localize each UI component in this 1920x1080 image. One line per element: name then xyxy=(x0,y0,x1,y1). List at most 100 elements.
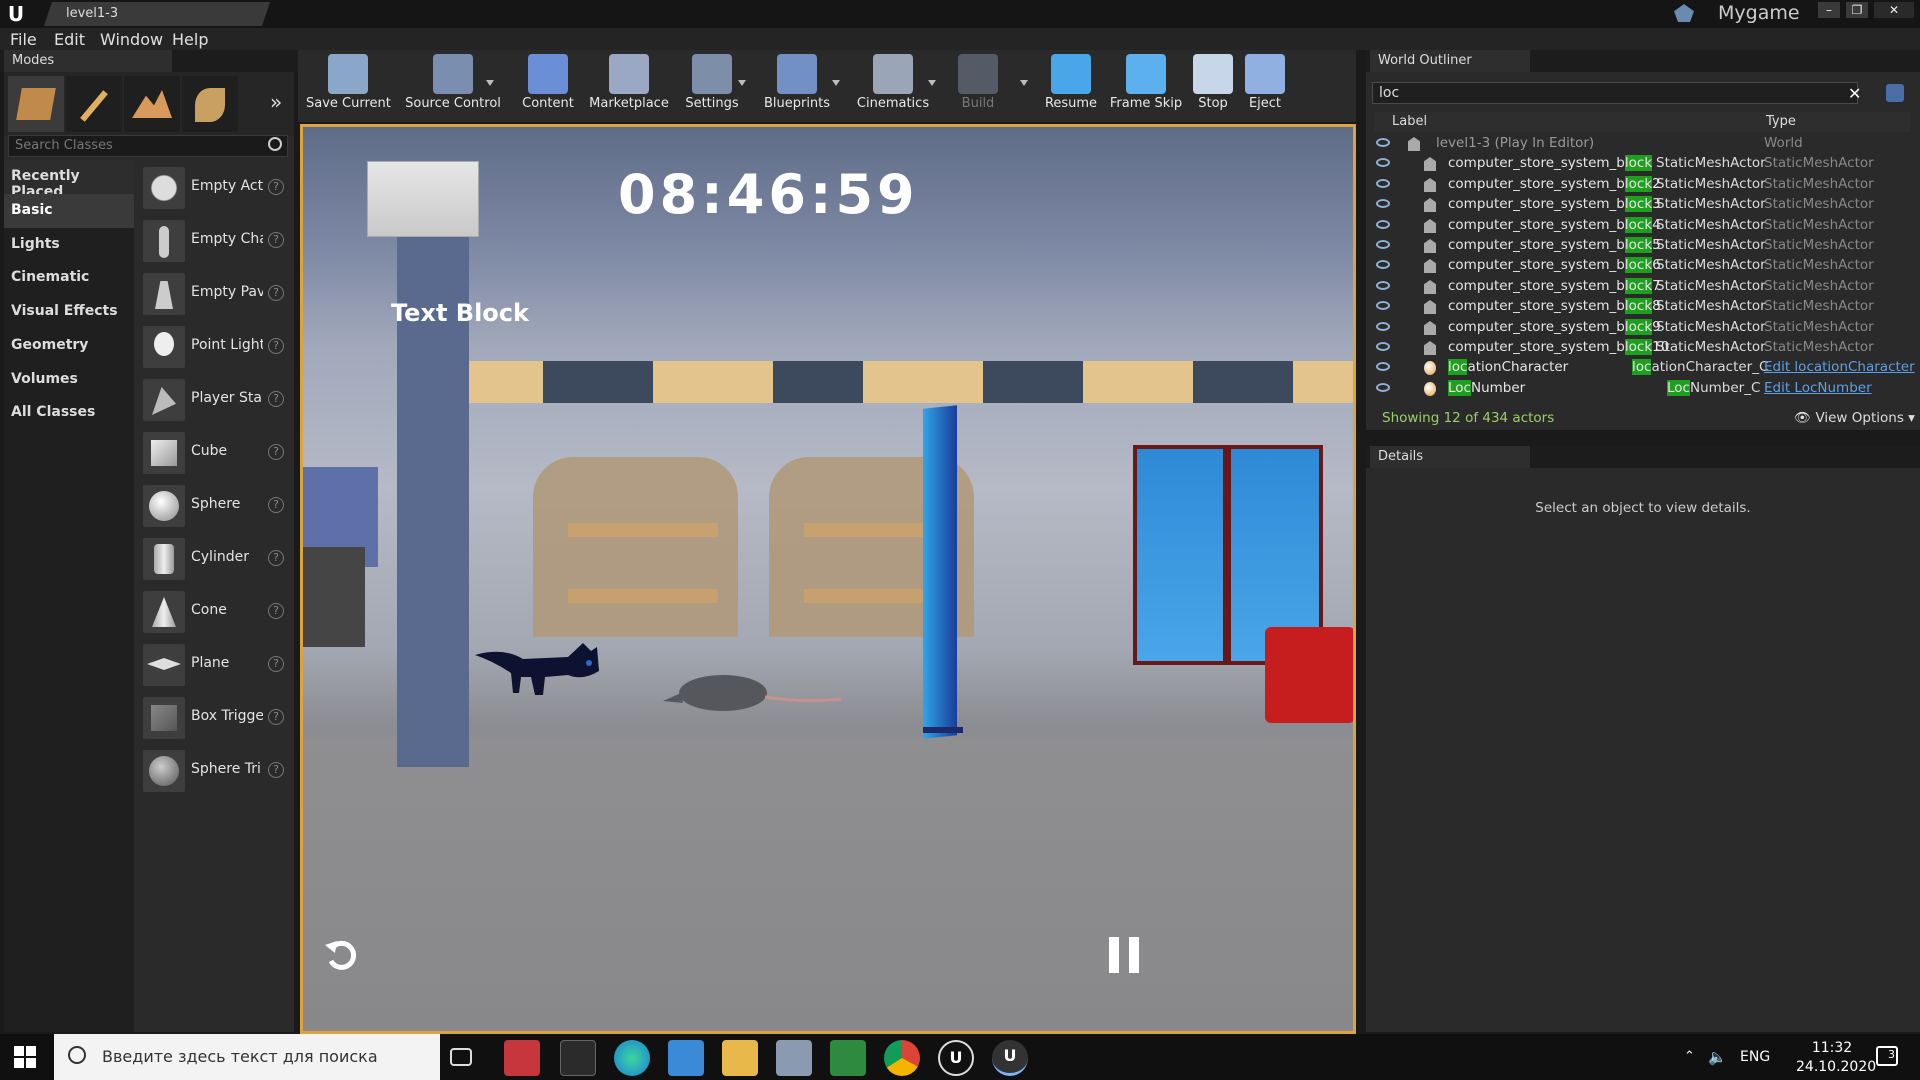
app-icon[interactable] xyxy=(504,1040,540,1076)
visibility-eye-icon[interactable] xyxy=(1376,342,1390,351)
restart-icon[interactable] xyxy=(323,937,359,973)
paint-mode-icon[interactable] xyxy=(66,76,122,132)
outliner-actor-row[interactable]: computer_store_system_block2 StaticMeshAc… xyxy=(1374,175,1910,195)
class-item-sphere[interactable]: Sphere? xyxy=(140,481,290,533)
game-viewport[interactable]: 08:46:59 Text Block xyxy=(300,124,1356,1034)
volume-icon[interactable]: 🔈 xyxy=(1708,1048,1727,1066)
visibility-eye-icon[interactable] xyxy=(1376,220,1390,229)
toolbar-blueprints-button[interactable]: Blueprints xyxy=(760,54,834,118)
class-item-empty-actor[interactable]: Empty Acti? xyxy=(140,163,290,215)
notification-center-icon[interactable]: 3 xyxy=(1876,1046,1898,1066)
visibility-eye-icon[interactable] xyxy=(1376,301,1390,310)
class-item-empty-character[interactable]: Empty Cha? xyxy=(140,216,290,268)
category-basic[interactable]: Basic xyxy=(4,194,134,228)
outliner-actor-row[interactable]: computer_store_system_block5 StaticMeshAc… xyxy=(1374,236,1910,256)
language-indicator[interactable]: ENG xyxy=(1740,1049,1770,1065)
minimize-button[interactable]: – xyxy=(1818,2,1840,18)
store-icon[interactable] xyxy=(668,1040,704,1076)
outliner-actor-row[interactable]: computer_store_system_block StaticMeshAct… xyxy=(1374,154,1910,174)
help-icon[interactable]: ? xyxy=(268,709,284,725)
close-button[interactable]: ✕ xyxy=(1874,2,1914,18)
help-icon[interactable]: ? xyxy=(268,285,284,301)
add-filter-icon[interactable] xyxy=(1886,84,1904,102)
outliner-actor-row[interactable]: computer_store_system_block3 StaticMeshAc… xyxy=(1374,195,1910,215)
task-view-icon[interactable] xyxy=(450,1048,472,1066)
visibility-eye-icon[interactable] xyxy=(1376,240,1390,249)
outliner-actor-row[interactable]: computer_store_system_block9 StaticMeshAc… xyxy=(1374,318,1910,338)
toolbar-stop-button[interactable]: Stop xyxy=(1192,54,1234,118)
modes-tab[interactable]: Modes xyxy=(4,50,172,72)
outliner-actor-row[interactable]: computer_store_system_block4 StaticMeshAc… xyxy=(1374,216,1910,236)
menu-window[interactable]: Window xyxy=(100,30,163,49)
toolbar-cinematics-button[interactable]: Cinematics xyxy=(852,54,934,118)
app-icon[interactable] xyxy=(776,1040,812,1076)
class-item-sphere-trigger[interactable]: Sphere Tri? xyxy=(140,746,290,798)
toolbar-save-current-button[interactable]: Save Current xyxy=(306,54,391,118)
file-explorer-icon[interactable] xyxy=(722,1040,758,1076)
menu-file[interactable]: File xyxy=(10,30,37,49)
pause-icon[interactable] xyxy=(1109,937,1139,973)
outliner-actor-row[interactable]: computer_store_system_block6 StaticMeshAc… xyxy=(1374,256,1910,276)
more-modes-icon[interactable]: » xyxy=(270,90,282,114)
menu-edit[interactable]: Edit xyxy=(54,30,85,49)
maximize-button[interactable]: ❐ xyxy=(1846,2,1868,18)
visibility-eye-icon[interactable] xyxy=(1376,158,1390,167)
clear-search-icon[interactable]: ✕ xyxy=(1848,84,1861,103)
place-mode-icon[interactable] xyxy=(8,76,64,132)
foliage-mode-icon[interactable] xyxy=(182,76,238,132)
toolbar-build-button[interactable]: Build xyxy=(958,54,998,118)
help-icon[interactable]: ? xyxy=(268,497,284,513)
visibility-eye-icon[interactable] xyxy=(1376,199,1390,208)
class-item-cylinder[interactable]: Cylinder? xyxy=(140,534,290,586)
outliner-actor-row[interactable]: computer_store_system_block8 StaticMeshAc… xyxy=(1374,297,1910,317)
help-icon[interactable]: ? xyxy=(268,232,284,248)
outliner-actor-row[interactable]: computer_store_system_block7 StaticMeshAc… xyxy=(1374,277,1910,297)
toolbar-marketplace-button[interactable]: Marketplace xyxy=(586,54,672,118)
help-icon[interactable]: ? xyxy=(268,550,284,566)
toolbar-frame-skip-button[interactable]: Frame Skip xyxy=(1108,54,1184,118)
windows-start-icon[interactable] xyxy=(14,1046,36,1068)
class-item-plane[interactable]: Plane? xyxy=(140,640,290,692)
chrome-icon[interactable] xyxy=(884,1040,920,1076)
outliner-actor-row[interactable]: computer_store_system_block10 StaticMeshA… xyxy=(1374,338,1910,358)
view-options-button[interactable]: 👁 View Options ▾ xyxy=(1794,410,1915,426)
tray-chevron-up-icon[interactable]: ⌃ xyxy=(1684,1049,1695,1064)
edge-icon[interactable] xyxy=(614,1040,650,1076)
type-column-header[interactable]: Type xyxy=(1766,114,1796,129)
class-item-cone[interactable]: Cone? xyxy=(140,587,290,639)
help-icon[interactable]: ? xyxy=(268,444,284,460)
unreal-engine-icon[interactable]: U xyxy=(938,1040,974,1076)
outliner-search-input[interactable]: loc xyxy=(1372,82,1858,104)
visibility-eye-icon[interactable] xyxy=(1376,383,1390,392)
category-recently-placed[interactable]: Recently Placed xyxy=(4,160,134,200)
help-icon[interactable]: ? xyxy=(268,656,284,672)
class-item-point-light[interactable]: Point Light? xyxy=(140,322,290,374)
edit-blueprint-link[interactable]: Edit LocNumber xyxy=(1764,380,1872,396)
search-classes-input[interactable]: Search Classes xyxy=(8,135,288,157)
landscape-mode-icon[interactable] xyxy=(124,76,180,132)
outliner-world-row[interactable]: level1-3 (Play In Editor) World xyxy=(1374,134,1910,154)
help-icon[interactable]: ? xyxy=(268,603,284,619)
label-column-header[interactable]: Label xyxy=(1392,114,1427,129)
class-item-box-trigger[interactable]: Box Trigge? xyxy=(140,693,290,745)
outliner-blueprint-row[interactable]: LocNumber LocNumber_C Edit LocNumber xyxy=(1374,379,1910,399)
outliner-blueprint-row[interactable]: locationCharacter locationCharacter_C Edit… xyxy=(1374,358,1915,378)
category-cinematic[interactable]: Cinematic xyxy=(4,261,134,295)
class-item-cube[interactable]: Cube? xyxy=(140,428,290,480)
help-icon[interactable]: ? xyxy=(268,762,284,778)
category-geometry[interactable]: Geometry xyxy=(4,329,134,363)
help-icon[interactable]: ? xyxy=(268,179,284,195)
menu-help[interactable]: Help xyxy=(172,30,208,49)
visibility-eye-icon[interactable] xyxy=(1376,138,1390,147)
edit-blueprint-link[interactable]: Edit locationCharacter xyxy=(1764,359,1915,375)
toolbar-settings-button[interactable]: Settings xyxy=(680,54,744,118)
help-icon[interactable]: ? xyxy=(268,391,284,407)
visibility-eye-icon[interactable] xyxy=(1376,281,1390,290)
visibility-eye-icon[interactable] xyxy=(1376,362,1390,371)
class-item-player-start[interactable]: Player Sta? xyxy=(140,375,290,427)
taskbar-search-input[interactable]: Введите здесь текст для поиска xyxy=(54,1034,440,1080)
toolbar-source-control-button[interactable]: Source Control xyxy=(402,54,504,118)
level-tab[interactable]: level1-3 xyxy=(44,2,270,26)
unreal-logo-icon[interactable]: U xyxy=(4,2,28,26)
category-volumes[interactable]: Volumes xyxy=(4,363,134,397)
